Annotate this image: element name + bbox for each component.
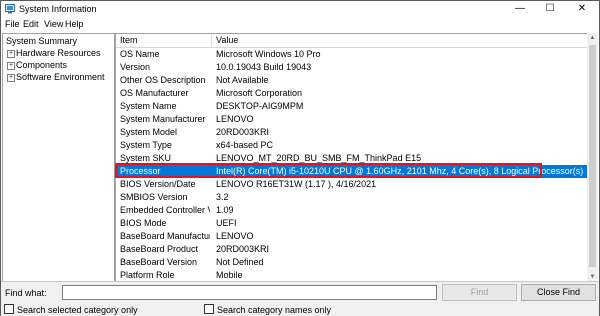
- scrollbar-thumb[interactable]: [589, 45, 596, 267]
- table-row[interactable]: Version 10.0.19043 Build 19043: [116, 61, 587, 74]
- system-information-window: System Information — ☐ ✕ File Edit View …: [0, 0, 600, 316]
- row-item: Platform Role: [120, 270, 175, 280]
- tree-item-hardware-resources[interactable]: Hardware Resources: [16, 48, 101, 58]
- table-row[interactable]: System Name DESKTOP-AIG9MPM: [116, 100, 587, 113]
- search-selected-category-label: Search selected category only: [17, 305, 138, 315]
- row-item: SMBIOS Version: [120, 192, 188, 202]
- row-item: System Type: [120, 140, 172, 150]
- system-information-app-icon: [5, 4, 15, 14]
- row-item: OS Name: [120, 49, 160, 59]
- close-button[interactable]: ✕: [571, 1, 593, 18]
- highlight-annotation-box: [115, 163, 542, 178]
- find-bar: Find what: Find Close Find Search select…: [1, 281, 599, 316]
- table-row[interactable]: BIOS Version/Date LENOVO R16ET31W (1.17 )…: [116, 178, 587, 191]
- row-item: System SKU: [120, 153, 172, 163]
- search-category-names-checkbox[interactable]: Search category names only: [204, 304, 331, 315]
- table-row[interactable]: BIOS Mode UEFI: [116, 217, 587, 230]
- row-value: 1.09: [216, 205, 234, 215]
- table-row[interactable]: OS Manufacturer Microsoft Corporation: [116, 87, 587, 100]
- row-value: 20RD003KRI: [216, 127, 270, 137]
- checkbox-icon[interactable]: [204, 304, 214, 314]
- minimize-button[interactable]: —: [509, 1, 531, 18]
- row-value: Not Available: [216, 75, 269, 85]
- row-item: OS Manufacturer: [120, 88, 189, 98]
- row-value: x64-based PC: [216, 140, 274, 150]
- table-row[interactable]: System Type x64-based PC: [116, 139, 587, 152]
- row-value: LENOVO R16ET31W (1.17 ), 4/16/2021: [216, 179, 377, 189]
- close-find-button[interactable]: Close Find: [521, 284, 596, 301]
- row-value: 20RD003KRI: [216, 244, 270, 254]
- row-item: System Name: [120, 101, 177, 111]
- window-title: System Information: [19, 4, 97, 14]
- row-value: 3.2: [216, 192, 229, 202]
- find-what-label: Find what:: [5, 288, 47, 298]
- expand-icon[interactable]: +: [7, 74, 15, 82]
- checkbox-icon[interactable]: [4, 304, 14, 314]
- row-item: BIOS Mode: [120, 218, 167, 228]
- scroll-up-arrow-icon[interactable]: ▲: [587, 33, 598, 43]
- tree-item-components[interactable]: Components: [16, 60, 67, 70]
- row-item: BaseBoard Manufacturer: [120, 231, 210, 241]
- row-value: 10.0.19043 Build 19043: [216, 62, 312, 72]
- row-item: System Manufacturer: [120, 114, 206, 124]
- row-value: Not Defined: [216, 257, 264, 267]
- column-header-item[interactable]: Item: [120, 35, 138, 45]
- menu-view[interactable]: View: [44, 19, 63, 29]
- menu-help[interactable]: Help: [65, 19, 84, 29]
- details-list: Item Value OS Name Microsoft Windows 10 P…: [115, 33, 588, 282]
- table-row[interactable]: Embedded Controller V... 1.09: [116, 204, 587, 217]
- expand-icon[interactable]: +: [7, 62, 15, 70]
- vertical-scrollbar[interactable]: ▲ ▼: [587, 33, 598, 282]
- search-category-names-label: Search category names only: [217, 305, 332, 315]
- maximize-button[interactable]: ☐: [539, 1, 561, 18]
- row-item: BIOS Version/Date: [120, 179, 196, 189]
- search-selected-category-checkbox[interactable]: Search selected category only: [4, 304, 138, 315]
- category-tree: System Summary + Hardware Resources + Co…: [2, 33, 115, 282]
- table-row[interactable]: OS Name Microsoft Windows 10 Pro: [116, 48, 587, 61]
- table-row[interactable]: BaseBoard Manufacturer LENOVO: [116, 230, 587, 243]
- table-row[interactable]: System Model 20RD003KRI: [116, 126, 587, 139]
- find-button[interactable]: Find: [442, 284, 517, 301]
- column-divider[interactable]: [211, 34, 212, 47]
- row-value: Microsoft Corporation: [216, 88, 303, 98]
- row-value: LENOVO_MT_20RD_BU_SMB_FM_ThinkPad E15: [216, 153, 422, 163]
- table-row[interactable]: BaseBoard Version Not Defined: [116, 256, 587, 269]
- menu-file[interactable]: File: [5, 19, 20, 29]
- table-row[interactable]: Other OS Description Not Available: [116, 74, 587, 87]
- row-value: Microsoft Windows 10 Pro: [216, 49, 321, 59]
- row-item: Other OS Description: [120, 75, 206, 85]
- table-row[interactable]: System Manufacturer LENOVO: [116, 113, 587, 126]
- list-header: Item Value: [116, 34, 587, 48]
- menu-bar: File Edit View Help: [1, 18, 599, 32]
- row-item: BaseBoard Product: [120, 244, 199, 254]
- find-what-input[interactable]: [62, 285, 437, 300]
- row-value: Mobile: [216, 270, 243, 280]
- table-row[interactable]: BaseBoard Product 20RD003KRI: [116, 243, 587, 256]
- row-value: DESKTOP-AIG9MPM: [216, 101, 304, 111]
- column-header-value[interactable]: Value: [216, 35, 238, 45]
- tree-item-software-environment[interactable]: Software Environment: [16, 72, 105, 82]
- row-item: Embedded Controller V...: [120, 205, 210, 215]
- row-item: BaseBoard Version: [120, 257, 198, 267]
- menu-edit[interactable]: Edit: [23, 19, 39, 29]
- row-value: LENOVO: [216, 114, 254, 124]
- row-item: System Model: [120, 127, 178, 137]
- tree-item-system-summary[interactable]: System Summary: [6, 36, 77, 46]
- table-row[interactable]: SMBIOS Version 3.2: [116, 191, 587, 204]
- title-bar[interactable]: System Information — ☐ ✕: [1, 1, 599, 18]
- row-item: Version: [120, 62, 151, 72]
- row-value: LENOVO: [216, 231, 254, 241]
- row-value: UEFI: [216, 218, 237, 228]
- expand-icon[interactable]: +: [7, 50, 15, 58]
